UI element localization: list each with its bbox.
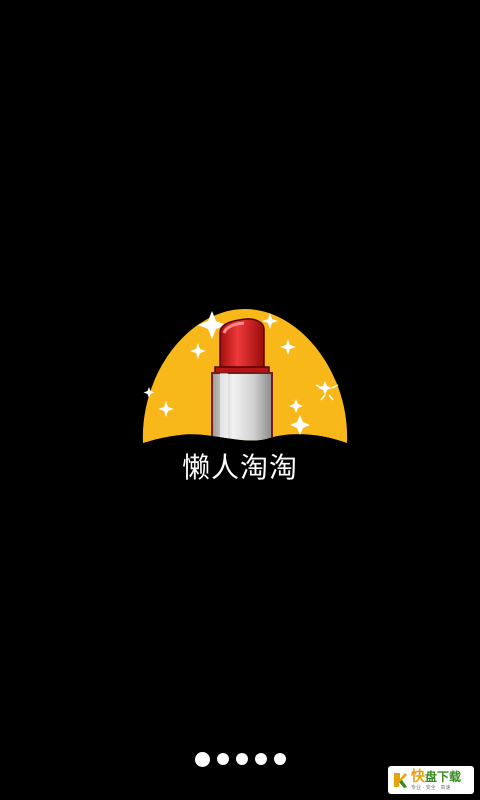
page-dot[interactable] (273, 753, 286, 765)
page-dot[interactable] (216, 753, 229, 765)
watermark-subtitle: 专业 · 安全 · 高速 (411, 784, 451, 791)
k-logo-icon (394, 773, 407, 788)
lipstick-icon (142, 309, 348, 443)
watermark-title-first: 快 (411, 768, 425, 785)
app-logo (140, 303, 350, 453)
splash-screen: 懒人淘淘 快盘下载 专业 · 安全 · 高速 (0, 0, 480, 800)
lipstick-shape (211, 318, 273, 443)
watermark-title-rest: 盘下载 (425, 769, 462, 784)
page-indicator (0, 751, 480, 767)
site-watermark: 快盘下载 专业 · 安全 · 高速 (388, 766, 474, 794)
page-dot[interactable] (254, 753, 267, 765)
watermark-title: 快盘下载 (411, 770, 461, 784)
page-dot[interactable] (194, 751, 210, 767)
app-name: 懒人淘淘 (181, 451, 298, 484)
page-dot[interactable] (235, 753, 248, 765)
watermark-text: 快盘下载 专业 · 安全 · 高速 (411, 770, 461, 791)
